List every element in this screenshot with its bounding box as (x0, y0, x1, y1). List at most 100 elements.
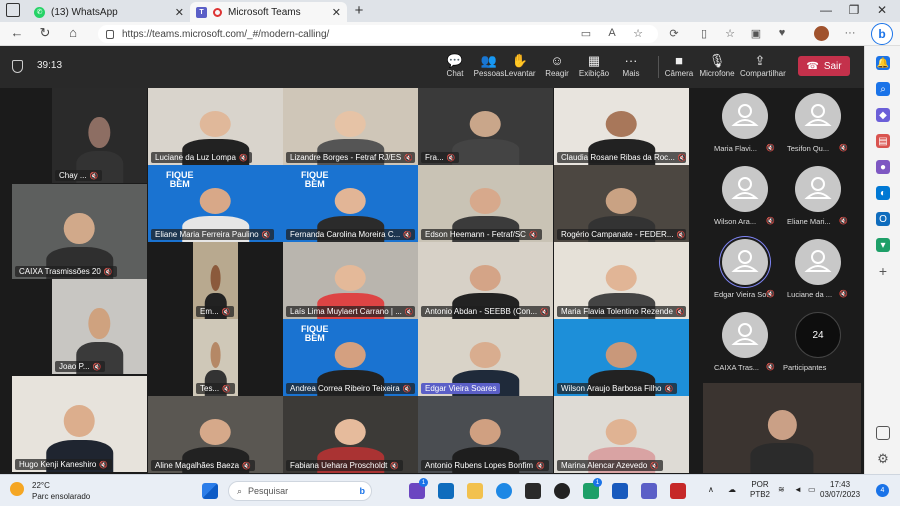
settings-more-icon[interactable]: ··· (842, 27, 858, 39)
video-tile[interactable]: Wilson Araujo Barbosa Filho 🔇 (554, 319, 689, 396)
video-tile[interactable]: Edson Heemann - Fetraf/SC 🔇 (418, 165, 553, 242)
mic-muted-icon: 🔇 (528, 231, 538, 239)
video-tile[interactable]: Claudia Rosane Ribas da Roc... 🔇 (554, 88, 689, 165)
video-tile[interactable]: Maria Flavia Tolentino Rezende 🔇 (554, 242, 689, 319)
tab-whatsapp[interactable]: ✆ (13) WhatsApp ✕ (28, 2, 190, 22)
video-tile[interactable]: FIQUE BEM Eliane Maria Ferreira Paulino 🔇 (148, 165, 283, 242)
close-tab-icon[interactable]: ✕ (175, 6, 184, 19)
video-tile[interactable]: Luciane da Luz Lompa 🔇 (148, 88, 283, 165)
favorites-icon[interactable]: ☆ (722, 27, 738, 40)
toolbar-compartilhar-button[interactable]: ⇪ Compartilhar (740, 52, 786, 78)
video-tile[interactable]: Em... 🔇 (193, 242, 238, 319)
outlook-app-icon[interactable] (438, 483, 454, 499)
windows-start-icon[interactable] (202, 483, 218, 499)
browser-essentials-icon[interactable]: ♥ (774, 27, 790, 39)
drop-icon[interactable]: ▾ (876, 238, 890, 252)
participant-card[interactable]: Tesifon Qu... 🔇 (773, 88, 853, 158)
tab-teams[interactable]: T Microsoft Teams ✕ (190, 2, 347, 22)
participant-card[interactable]: Edgar Vieira So... 🔇 (700, 234, 780, 304)
participant-name-tag: Fra... 🔇 (421, 152, 460, 163)
participant-name: Hugo Kenji Kaneshiro (19, 460, 97, 469)
toolbar-reagir-button[interactable]: ☺ Reagir (537, 52, 577, 78)
url-field[interactable]: https://teams.microsoft.com/_#/modern-ca… (98, 25, 658, 43)
read-aloud-icon[interactable]: A (604, 27, 620, 39)
office-icon[interactable]: ◐ (876, 186, 890, 200)
bing-copilot-icon[interactable]: b (871, 23, 893, 45)
games-icon[interactable]: ● (876, 160, 890, 174)
search-icon[interactable]: ⌕ (876, 82, 890, 96)
self-view-video[interactable] (703, 383, 861, 473)
more-participants-button[interactable]: 24 Participantes (773, 307, 853, 377)
notification-count-badge[interactable]: 4 (876, 484, 889, 497)
cloud-icon[interactable]: ☁ (728, 485, 736, 494)
outlook-icon[interactable]: O (876, 212, 890, 226)
toolbar-mais-button[interactable]: ··· Mais (611, 52, 651, 78)
camera-permission-icon[interactable]: ▭ (578, 27, 594, 40)
home-button[interactable]: ⌂ (64, 25, 82, 40)
extensions-icon[interactable]: ⟳ (666, 27, 682, 40)
participant-card[interactable]: Wilson Ara... 🔇 (700, 161, 780, 231)
shopping-tag-icon[interactable]: ◆ (876, 108, 890, 122)
video-tile[interactable]: FIQUE BEM Fernanda Carolina Moreira C... 🔇 (283, 165, 418, 242)
minimize-button[interactable]: — (816, 3, 836, 17)
store-icon[interactable] (525, 483, 541, 499)
tools-icon[interactable]: ▤ (876, 134, 890, 148)
tray-chevron-icon[interactable]: ∧ (708, 485, 714, 494)
mcafee-icon[interactable] (670, 483, 686, 499)
clock[interactable]: 17:43 03/07/2023 (820, 480, 860, 500)
teams-app-icon[interactable] (641, 483, 657, 499)
participant-card[interactable]: Eliane Mari... 🔇 (773, 161, 853, 231)
video-tile[interactable]: Joao P... 🔇 (52, 279, 147, 374)
word-icon[interactable] (612, 483, 628, 499)
taskbar-search[interactable]: ⌕ Pesquisar b (228, 481, 372, 501)
sidebar-layout-icon[interactable] (876, 426, 890, 440)
toolbar-exibi-o-button[interactable]: ▦ Exibição (574, 52, 614, 78)
file-explorer-icon[interactable] (467, 483, 483, 499)
video-tile[interactable]: Antonio Abdan - SEEBB (Con... 🔇 (418, 242, 553, 319)
video-tile[interactable]: Edgar Vieira Soares (418, 319, 553, 396)
restore-button[interactable]: ❐ (844, 3, 864, 17)
video-tile[interactable]: Hugo Kenji Kaneshiro 🔇 (12, 376, 147, 472)
participant-card[interactable]: Maria Flavi... 🔇 (700, 88, 780, 158)
tab-actions-icon[interactable] (6, 3, 20, 17)
participant-card-name: Tesifon Qu... (787, 144, 830, 153)
back-button[interactable]: ← (8, 25, 26, 40)
video-tile[interactable]: Laís Lima Muylaert Carrano | ... 🔇 (283, 242, 418, 319)
refresh-button[interactable]: ↻ (36, 25, 54, 41)
volume-icon[interactable]: ◄ (794, 485, 802, 494)
sidebar-settings-icon[interactable]: ⚙ (876, 451, 890, 466)
video-tile[interactable]: Antonio Rubens Lopes Bonfim 🔇 (418, 396, 553, 473)
video-tile[interactable]: Fabiana Uehara Proscholdt 🔇 (283, 396, 418, 473)
video-tile[interactable]: FIQUE BEM Andrea Correa Ribeiro Teixeira 🔇 (283, 319, 418, 396)
split-screen-icon[interactable]: ▯ (696, 27, 712, 40)
language-indicator[interactable]: POR PTB2 (750, 480, 770, 500)
close-tab-icon[interactable]: ✕ (332, 6, 341, 19)
video-tile[interactable]: Marina Alencar Azevedo 🔇 (554, 396, 689, 473)
video-tile[interactable]: Aline Magalhães Baeza 🔇 (148, 396, 283, 473)
video-tile[interactable]: Tes... 🔇 (193, 319, 238, 396)
add-sidebar-app-icon[interactable]: + (876, 263, 890, 279)
toolbar-microfone-button[interactable]: 🎙 Microfone (697, 52, 737, 78)
toolbar-levantar-button[interactable]: ✋ Levantar (500, 52, 540, 78)
favorite-star-icon[interactable]: ☆ (630, 27, 646, 40)
participant-name: Luciane da Luz Lompa (155, 153, 236, 162)
participant-card[interactable]: CAIXA Tras... 🔇 (700, 307, 780, 377)
toolbar-c-mera-button[interactable]: ■ Câmera (659, 52, 699, 78)
collections-icon[interactable]: ▣ (748, 27, 764, 40)
new-tab-button[interactable]: + (350, 2, 368, 19)
video-tile[interactable]: Rogério Campanate - FEDER... 🔇 (554, 165, 689, 242)
close-window-button[interactable]: ✕ (872, 3, 892, 17)
dell-icon[interactable] (554, 483, 570, 499)
battery-icon[interactable]: ▭ (808, 485, 816, 494)
notification-bell-icon[interactable]: 🔔 (876, 56, 890, 70)
edge-browser-icon[interactable] (496, 483, 512, 499)
leave-button[interactable]: ☎ Sair (798, 56, 850, 76)
self-view-person (750, 410, 814, 473)
profile-avatar[interactable] (814, 26, 829, 41)
video-tile[interactable]: Lizandre Borges - Fetraf RJ/ES 🔇 (283, 88, 418, 165)
video-tile[interactable]: Chay ... 🔇 (52, 88, 147, 183)
video-tile[interactable]: CAIXA Trasmissões 20 🔇 (12, 184, 147, 279)
wifi-icon[interactable]: ≋ (778, 485, 785, 494)
video-tile[interactable]: Fra... 🔇 (418, 88, 553, 165)
participant-card[interactable]: Luciane da ... 🔇 (773, 234, 853, 304)
